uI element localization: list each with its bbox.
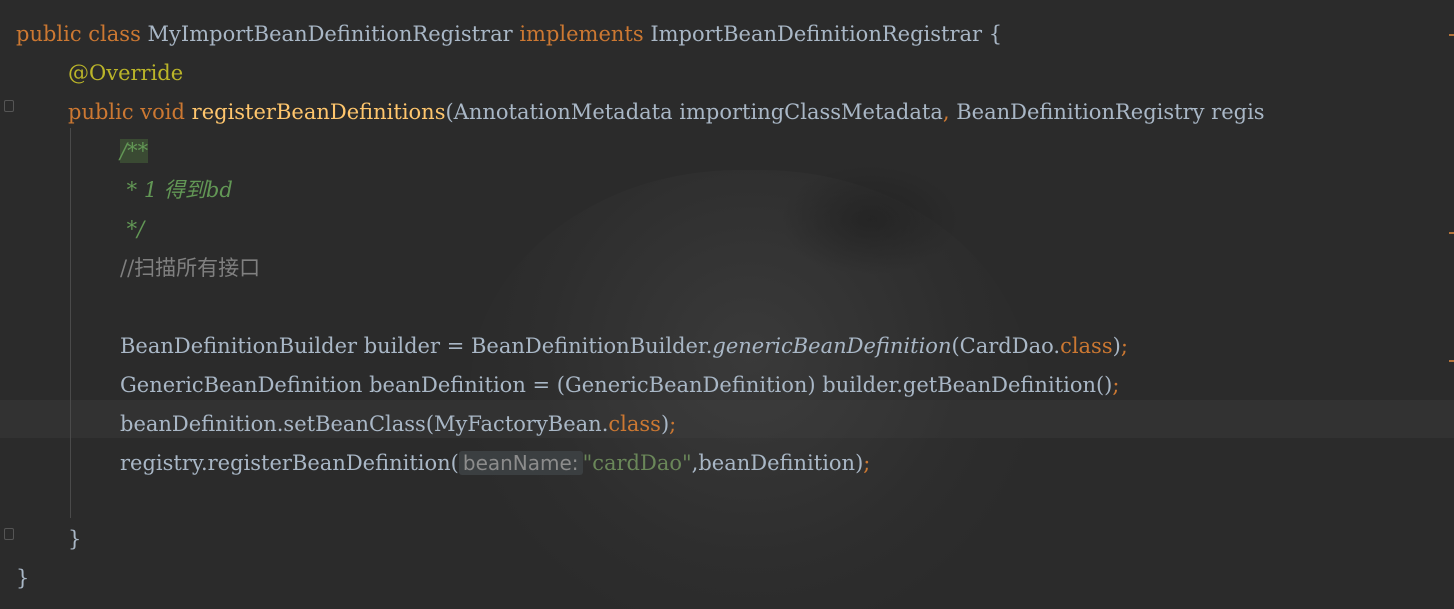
semicolon: ; <box>669 412 677 436</box>
statement: GenericBeanDefinition beanDefinition = (… <box>120 373 1113 397</box>
doc-comment: */ <box>120 217 145 241</box>
string-literal: "cardDao" <box>582 451 692 475</box>
doc-comment: * 1 得到bd <box>120 178 233 202</box>
scroll-marker <box>1449 360 1454 362</box>
brace: { <box>988 22 1003 46</box>
code-line-9[interactable]: GenericBeanDefinition beanDefinition = (… <box>120 372 1119 398</box>
code-line-13[interactable]: } <box>16 565 29 591</box>
code-line-11[interactable]: registry.registerBeanDefinition(beanName… <box>120 450 870 476</box>
arguments: ,beanDefinition) <box>691 451 864 475</box>
keyword: implements <box>519 22 644 46</box>
line-comment: //扫描所有接口 <box>120 256 261 280</box>
arguments: (CardDao. <box>951 334 1061 358</box>
code-line-12[interactable]: } <box>68 526 81 552</box>
code-line-2[interactable]: @Override <box>68 60 183 86</box>
method-name: registerBeanDefinitions <box>191 100 446 124</box>
statement: registry.registerBeanDefinition( <box>120 451 459 475</box>
brace: } <box>68 527 82 551</box>
comma: , <box>942 100 950 124</box>
annotation: @Override <box>68 61 184 85</box>
parameters: (AnnotationMetadata importingClassMetada… <box>445 100 943 124</box>
keyword: class <box>88 22 141 46</box>
code-editor[interactable]: public class MyImportBeanDefinitionRegis… <box>0 0 1454 609</box>
code-line-5[interactable]: * 1 得到bd <box>120 177 233 203</box>
fold-marker-icon[interactable] <box>4 528 14 540</box>
keyword: class <box>608 412 661 436</box>
paren: ) <box>660 412 670 436</box>
semicolon: ; <box>863 451 871 475</box>
scroll-marker <box>1449 34 1454 36</box>
code-line-10[interactable]: beanDefinition.setBeanClass(MyFactoryBea… <box>120 411 676 437</box>
statement: beanDefinition.setBeanClass(MyFactoryBea… <box>120 412 609 436</box>
code-line-1[interactable]: public class MyImportBeanDefinitionRegis… <box>16 21 1002 47</box>
static-method-call: genericBeanDefinition <box>712 334 952 358</box>
parameters: BeanDefinitionRegistry regis <box>956 100 1265 124</box>
keyword: void <box>140 100 185 124</box>
fold-marker-icon[interactable] <box>4 100 14 112</box>
keyword: public <box>16 22 82 46</box>
parameter-hint: beanName: <box>458 451 583 475</box>
scroll-marker <box>1449 232 1454 234</box>
interface-name: ImportBeanDefinitionRegistrar <box>650 22 983 46</box>
semicolon: ; <box>1120 334 1128 358</box>
keyword: public <box>68 100 134 124</box>
code-line-6[interactable]: */ <box>120 216 145 242</box>
class-name: MyImportBeanDefinitionRegistrar <box>147 22 513 46</box>
code-line-4[interactable]: /** <box>120 138 149 164</box>
doc-comment: /** <box>120 139 149 163</box>
statement: BeanDefinitionBuilder builder = BeanDefi… <box>120 334 713 358</box>
indent-guide <box>70 128 71 518</box>
code-line-8[interactable]: BeanDefinitionBuilder builder = BeanDefi… <box>120 333 1128 359</box>
code-line-3[interactable]: public void registerBeanDefinitions(Anno… <box>68 99 1265 125</box>
paren: ) <box>1112 334 1121 358</box>
code-line-7[interactable]: //扫描所有接口 <box>120 255 260 281</box>
brace: } <box>16 566 30 590</box>
semicolon: ; <box>1112 373 1120 397</box>
webcam-overlay-hair <box>780 165 960 275</box>
keyword: class <box>1060 334 1113 358</box>
